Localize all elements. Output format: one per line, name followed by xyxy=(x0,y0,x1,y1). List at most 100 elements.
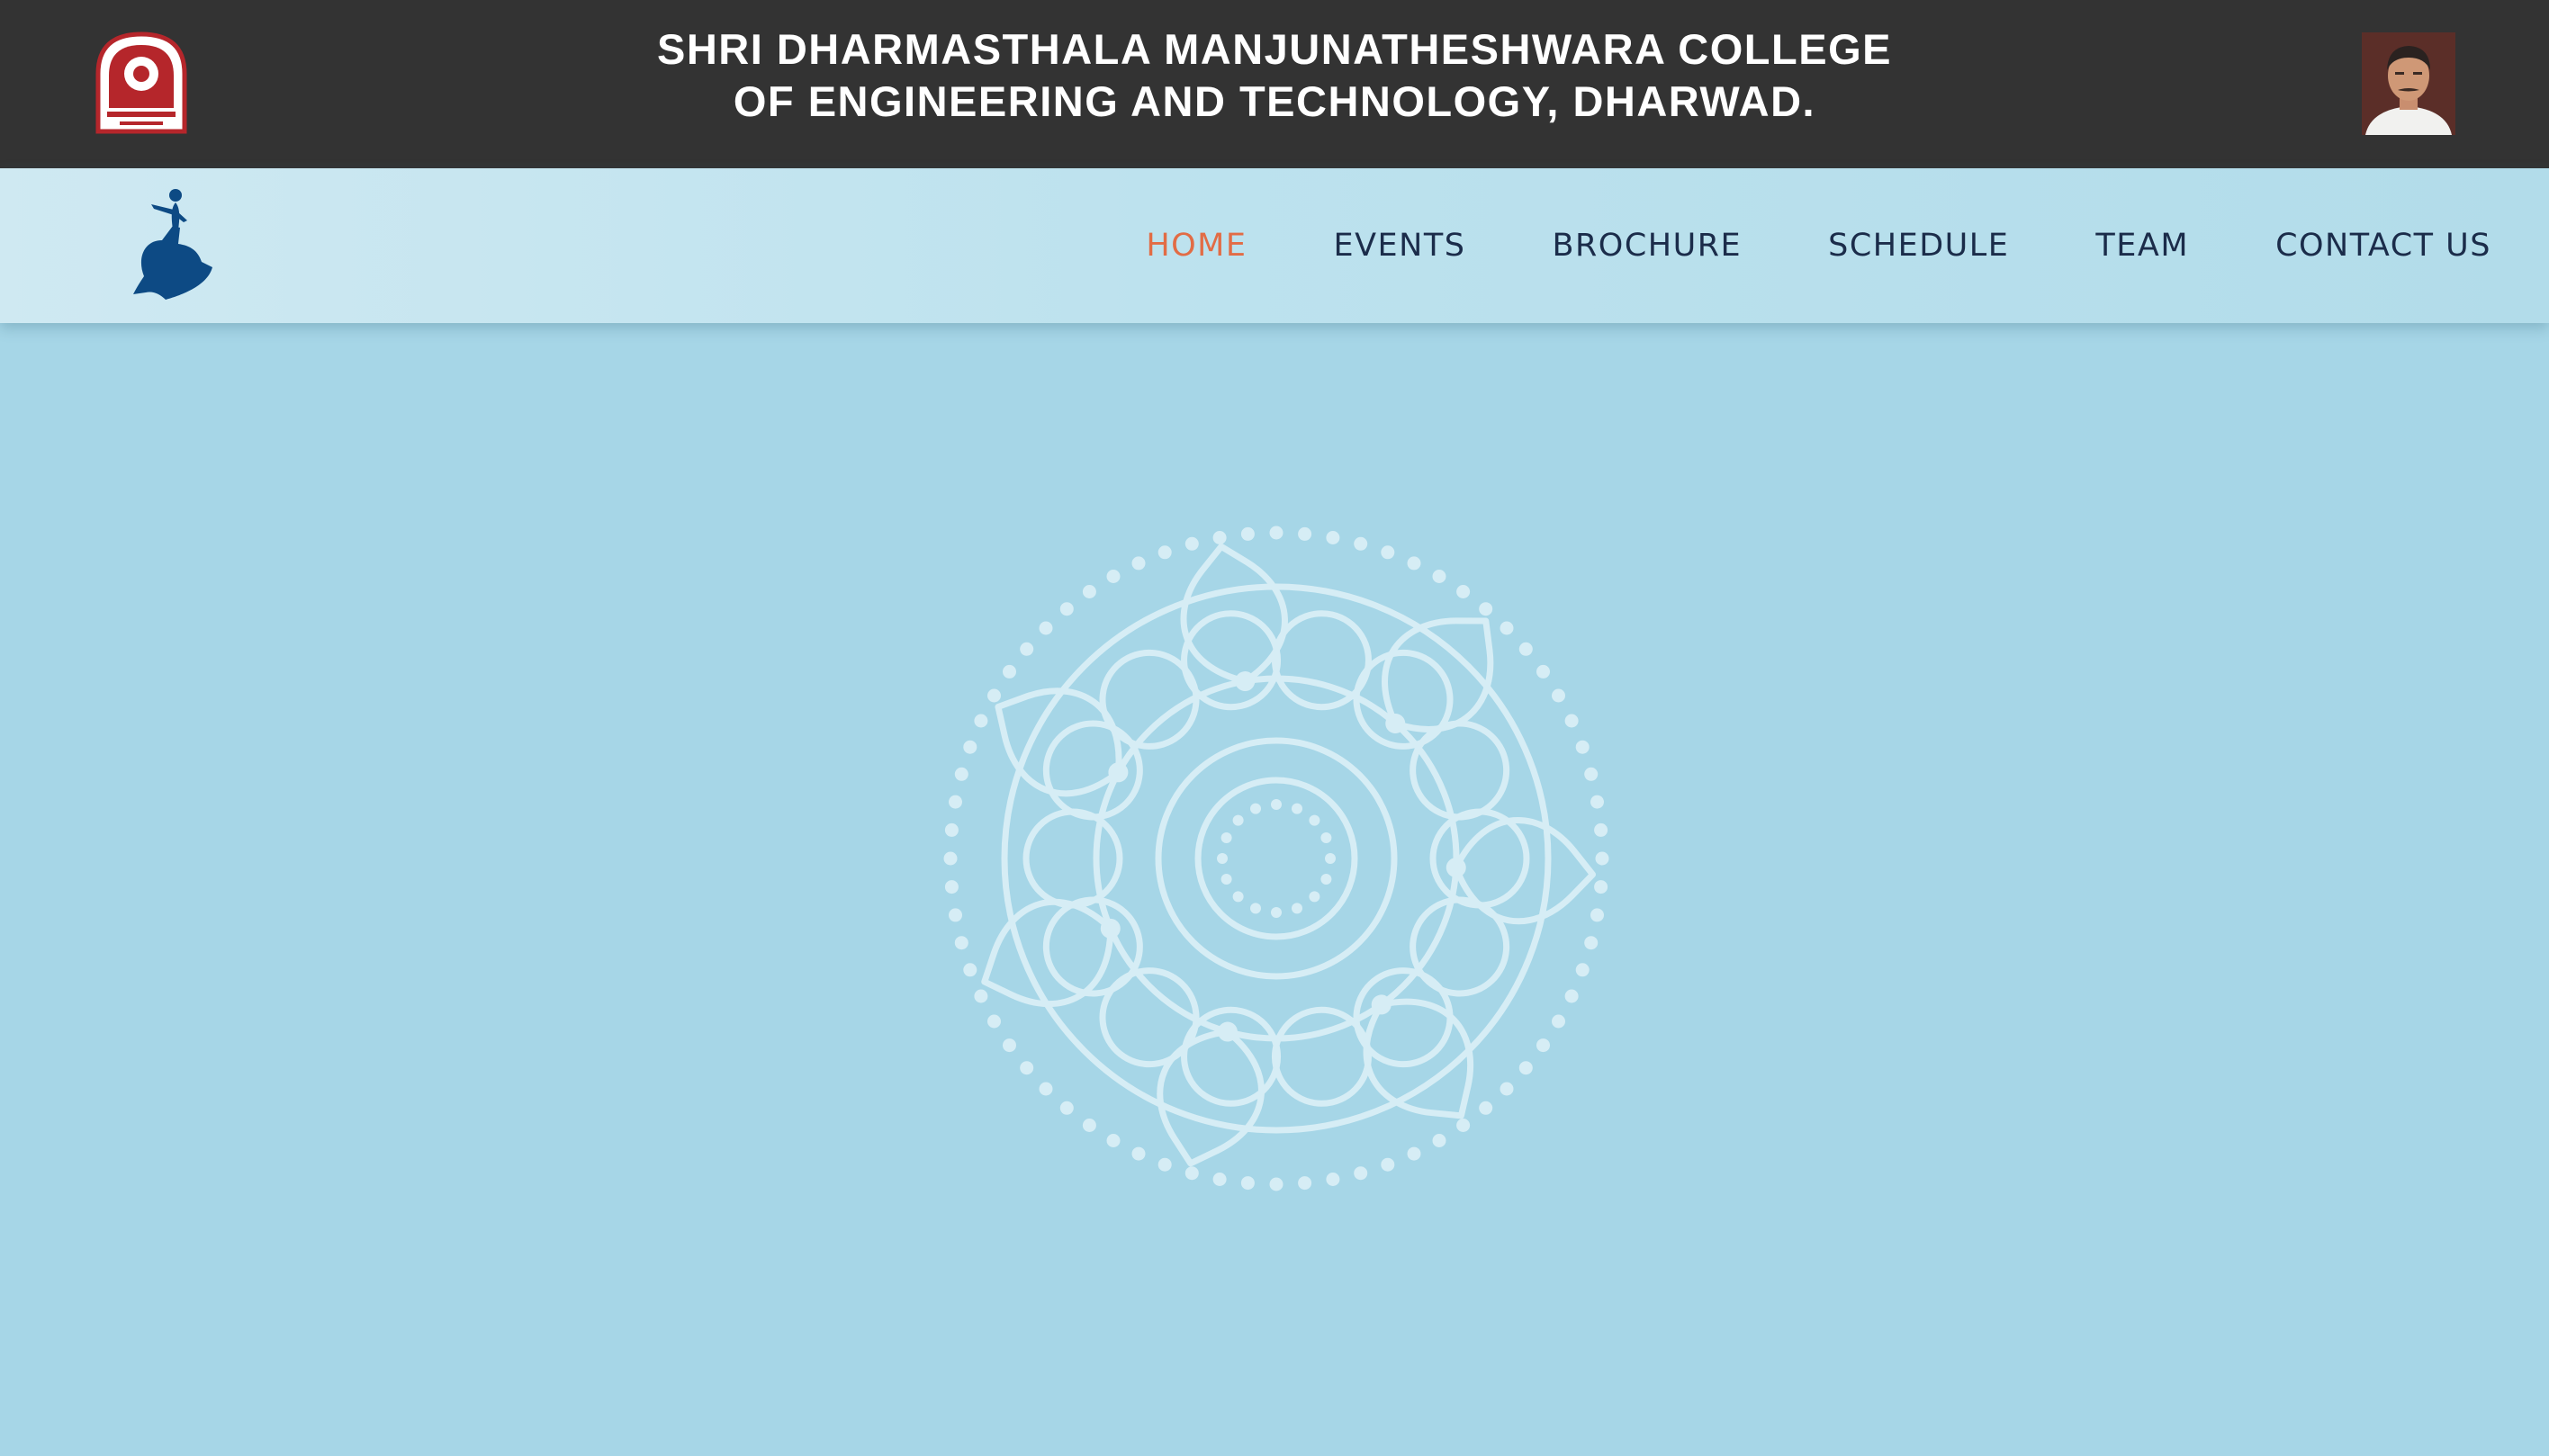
mandala-dot xyxy=(1131,556,1146,571)
mandala-dot xyxy=(1298,526,1312,541)
nav-home[interactable]: HOME xyxy=(1146,228,1247,264)
mandala-inner-dot xyxy=(1220,832,1232,843)
mandala-dot xyxy=(1003,664,1016,679)
mandala-dot xyxy=(1381,1157,1395,1172)
person-portrait xyxy=(2362,32,2455,135)
mandala-dot xyxy=(1479,602,1493,616)
mandala-dot xyxy=(1564,714,1579,728)
top-header-bar: SHRI DHARMASTHALA MANJUNATHESHWARA COLLE… xyxy=(0,0,2549,168)
mandala-dot xyxy=(1564,989,1579,1003)
mandala-dot xyxy=(1082,585,1096,598)
mandala-dot xyxy=(1039,621,1053,635)
mandala-inner-dot xyxy=(1309,891,1320,903)
mandala-scallop xyxy=(1353,649,1454,750)
mandala-dot xyxy=(1354,536,1368,551)
mandala-dot xyxy=(1131,1146,1146,1161)
mandala-dot xyxy=(1059,602,1074,616)
mandala-dot xyxy=(1354,1166,1368,1181)
nav-contact-us[interactable]: CONTACT US xyxy=(2275,228,2491,264)
mandala-ring-inner xyxy=(1155,737,1398,980)
mandala-scallop xyxy=(1429,808,1530,909)
mandala-dot xyxy=(1456,585,1471,598)
mandala-dot xyxy=(954,767,968,781)
nav-schedule[interactable]: SCHEDULE xyxy=(1828,228,2009,264)
mandala-dot xyxy=(1536,664,1550,679)
mandala-inner-dot xyxy=(1232,891,1244,903)
mandala-dot xyxy=(1326,531,1340,544)
mandala-dot xyxy=(1590,795,1604,809)
mandala-dot xyxy=(943,851,958,866)
mandala-dot xyxy=(1212,1173,1227,1186)
mandala-inner-dot xyxy=(1220,874,1232,885)
college-title-line-2: OF ENGINEERING AND TECHNOLOGY, DHARWAD. xyxy=(733,77,1816,125)
mandala-inner-dot xyxy=(1250,903,1261,914)
mandala-dot xyxy=(987,1014,1001,1029)
mandala-dot xyxy=(987,688,1001,703)
nav-brochure[interactable]: BROCHURE xyxy=(1552,228,1742,264)
mandala-dot xyxy=(1269,1177,1284,1191)
mandala-dot xyxy=(949,795,962,809)
mandala-dot xyxy=(974,714,988,728)
mandala-dot xyxy=(1157,1157,1172,1172)
mandala-dot xyxy=(1106,570,1121,583)
mandala-dot xyxy=(1106,1134,1121,1147)
mandala-dot xyxy=(963,963,977,977)
dancer-logo-icon[interactable] xyxy=(124,186,223,303)
mandala-inner-dot xyxy=(1292,803,1302,814)
mandala-dot xyxy=(1594,880,1608,894)
mandala-inner-dot xyxy=(1271,799,1282,810)
mandala-dot xyxy=(1595,851,1609,866)
mandala-dot xyxy=(1500,621,1514,635)
mandala-dot xyxy=(1212,531,1227,544)
mandala-inner-dot xyxy=(1232,814,1244,826)
main-navbar: HOME EVENTS BROCHURE SCHEDULE TEAM CONTA… xyxy=(0,168,2549,323)
mandala-dot xyxy=(1584,767,1599,781)
mandala-inner-dot xyxy=(1309,814,1320,826)
mandala-dot xyxy=(963,740,977,754)
portrait-image xyxy=(2362,32,2455,135)
mandala-dot xyxy=(954,936,968,950)
mandala-dot xyxy=(1381,545,1395,560)
mandala-dot xyxy=(1518,1061,1533,1075)
mandala-dot xyxy=(944,880,959,894)
mandala-dot xyxy=(1456,1119,1471,1132)
mandala-dot xyxy=(1584,936,1599,950)
mandala-dot xyxy=(1020,1061,1034,1075)
mandala-dot xyxy=(1269,526,1284,540)
mandala-ring-middle xyxy=(1093,675,1460,1042)
mandala-dot xyxy=(1407,556,1421,571)
mandala-dot xyxy=(1594,822,1608,837)
mandala-inner-dot xyxy=(1250,803,1261,814)
mandala-dot xyxy=(1518,642,1533,656)
mandala-dot xyxy=(1059,1101,1074,1115)
mandala-dot xyxy=(1407,1146,1421,1161)
mandala-inner-dot xyxy=(1320,832,1332,843)
mandala-dot xyxy=(1552,1014,1565,1029)
mandala-dot xyxy=(1157,545,1172,560)
mandala-dot xyxy=(1536,1038,1550,1053)
mandala-dot xyxy=(1432,1134,1446,1147)
mandala-dot xyxy=(1298,1176,1312,1191)
mandala-inner-dot xyxy=(1271,907,1282,918)
mandala-dot xyxy=(1552,688,1565,703)
mandala-dot xyxy=(1575,740,1590,754)
mandala-dot xyxy=(949,908,962,922)
mandala-dot xyxy=(1479,1101,1493,1115)
mandala-dot xyxy=(1240,526,1255,541)
mandala-dot xyxy=(1240,1176,1255,1191)
nav-team[interactable]: TEAM xyxy=(2095,228,2189,264)
college-title: SHRI DHARMASTHALA MANJUNATHESHWARA COLLE… xyxy=(0,23,2549,128)
mandala-dot xyxy=(1020,642,1034,656)
mandala-dot xyxy=(1432,570,1446,583)
mandala-dot xyxy=(1003,1038,1016,1053)
mandala-dot xyxy=(1184,536,1199,551)
mandala-dot xyxy=(1082,1119,1096,1132)
mandala-scallop xyxy=(1022,808,1123,909)
college-title-line-1: SHRI DHARMASTHALA MANJUNATHESHWARA COLLE… xyxy=(656,25,1892,73)
nav-events[interactable]: EVENTS xyxy=(1334,228,1466,264)
mandala-icon xyxy=(943,526,1609,1191)
mandala-scallop xyxy=(1042,720,1143,821)
mandala-inner-dot xyxy=(1292,903,1302,914)
mandala-inner-dot xyxy=(1325,853,1336,864)
primary-nav: HOME EVENTS BROCHURE SCHEDULE TEAM CONTA… xyxy=(1146,168,2491,323)
